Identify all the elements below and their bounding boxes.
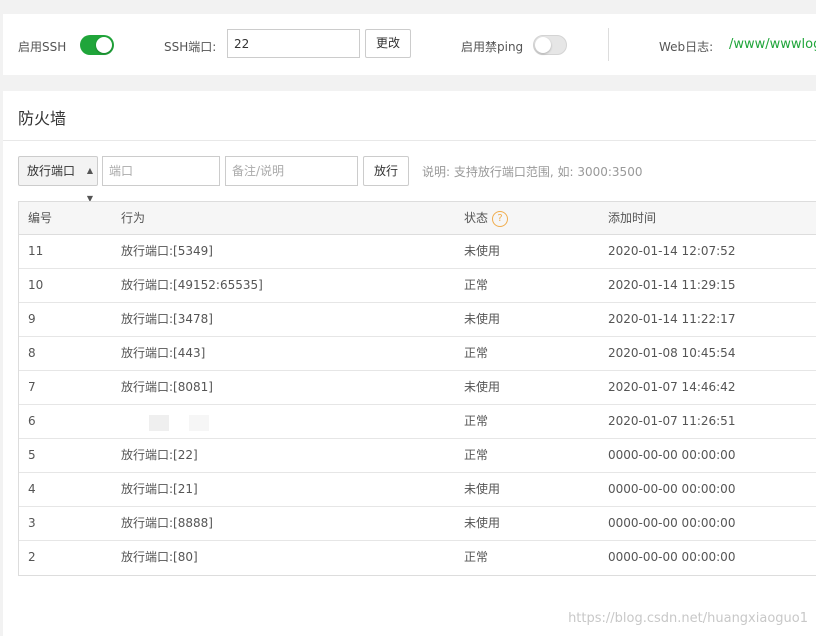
table-row: 4 放行端口:[21] 未使用 0000-00-00 00:00:00 bbox=[19, 473, 816, 507]
ssh-port-input[interactable] bbox=[227, 29, 360, 58]
row-time: 0000-00-00 00:00:00 bbox=[608, 516, 736, 530]
row-status: 未使用 bbox=[464, 244, 501, 258]
ssh-port-label: SSH端口: bbox=[164, 40, 217, 54]
header-id: 编号 bbox=[28, 211, 53, 225]
divider bbox=[608, 28, 609, 61]
header-status-label: 状态 bbox=[464, 211, 489, 225]
table-row: 3 放行端口:[8888] 未使用 0000-00-00 00:00:00 bbox=[19, 507, 816, 541]
row-id: 5 bbox=[28, 448, 36, 462]
web-log-path-link[interactable]: /www/wwwlog bbox=[729, 37, 816, 52]
table-row: 9 放行端口:[3478] 未使用 2020-01-14 11:22:17 bbox=[19, 303, 816, 337]
row-action: 放行端口:[443] bbox=[121, 346, 206, 360]
question-icon[interactable]: ? bbox=[492, 210, 509, 227]
row-id: 7 bbox=[28, 380, 36, 394]
row-status: 正常 bbox=[464, 550, 489, 564]
rule-type-select[interactable]: 放行端口 ▲ ▼ bbox=[18, 156, 98, 203]
row-time: 2020-01-08 10:45:54 bbox=[608, 346, 736, 360]
row-id: 9 bbox=[28, 312, 36, 326]
allow-port-button[interactable]: 放行 bbox=[363, 156, 409, 186]
row-time: 0000-00-00 00:00:00 bbox=[608, 482, 736, 496]
toggle-knob bbox=[96, 37, 112, 53]
row-status: 正常 bbox=[464, 278, 489, 292]
ssh-enable-label: 启用SSH bbox=[18, 40, 67, 54]
toggle-knob bbox=[535, 37, 551, 53]
port-input[interactable] bbox=[102, 156, 220, 186]
ssh-enable-toggle[interactable] bbox=[80, 35, 114, 55]
row-action: 放行端口:[5349] bbox=[121, 244, 213, 258]
table-row: 2 放行端口:[80] 正常 0000-00-00 00:00:00 bbox=[19, 541, 816, 575]
table-row: 11 放行端口:[5349] 未使用 2020-01-14 12:07:52 bbox=[19, 235, 816, 269]
watermark: https://blog.csdn.net/huangxiaoguo1 bbox=[568, 611, 808, 626]
table-row: 6 正常 2020-01-07 11:26:51 bbox=[19, 405, 816, 439]
redacted-block bbox=[189, 415, 209, 431]
row-time: 2020-01-14 11:29:15 bbox=[608, 278, 736, 292]
panel-title: 防火墙 bbox=[18, 109, 67, 128]
hint-text: 说明: 支持放行端口范围, 如: 3000:3500 bbox=[422, 165, 643, 179]
header-time: 添加时间 bbox=[608, 211, 657, 225]
row-id: 2 bbox=[28, 550, 36, 564]
row-action: 放行端口:[3478] bbox=[121, 312, 213, 326]
change-port-button[interactable]: 更改 bbox=[365, 29, 411, 58]
row-time: 0000-00-00 00:00:00 bbox=[608, 550, 736, 564]
redacted-block bbox=[149, 415, 169, 431]
row-action: 放行端口:[8081] bbox=[121, 380, 213, 394]
rule-type-value: 放行端口 bbox=[27, 164, 76, 178]
divider bbox=[3, 140, 816, 141]
table-row: 5 放行端口:[22] 正常 0000-00-00 00:00:00 bbox=[19, 439, 816, 473]
firewall-panel: 防火墙 放行端口 ▲▼ 放行 说明: 支持放行端口范围, 如: 3000:350… bbox=[3, 91, 816, 636]
row-status: 正常 bbox=[464, 414, 489, 428]
row-status: 正常 bbox=[464, 448, 489, 462]
row-time: 2020-01-14 12:07:52 bbox=[608, 244, 736, 258]
table-row: 8 放行端口:[443] 正常 2020-01-08 10:45:54 bbox=[19, 337, 816, 371]
ping-disable-label: 启用禁ping bbox=[461, 40, 524, 54]
row-action: 放行端口:[8888] bbox=[121, 516, 213, 530]
row-status: 未使用 bbox=[464, 516, 501, 530]
row-id: 4 bbox=[28, 482, 36, 496]
row-status: 未使用 bbox=[464, 380, 501, 394]
row-action: 放行端口:[21] bbox=[121, 482, 198, 496]
row-time: 0000-00-00 00:00:00 bbox=[608, 448, 736, 462]
table-row: 10 放行端口:[49152:65535] 正常 2020-01-14 11:2… bbox=[19, 269, 816, 303]
row-id: 11 bbox=[28, 244, 44, 258]
table-header: 编号 行为 状态? 添加时间 bbox=[19, 201, 816, 235]
row-id: 3 bbox=[28, 516, 36, 530]
header-action: 行为 bbox=[121, 211, 146, 225]
row-time: 2020-01-07 11:26:51 bbox=[608, 414, 736, 428]
remark-input[interactable] bbox=[225, 156, 358, 186]
header-status: 状态? bbox=[464, 202, 509, 235]
row-time: 2020-01-07 14:46:42 bbox=[608, 380, 736, 394]
ping-disable-toggle[interactable] bbox=[533, 35, 567, 55]
row-action: 放行端口:[49152:65535] bbox=[121, 278, 263, 292]
row-action: 放行端口:[80] bbox=[121, 550, 198, 564]
row-status: 正常 bbox=[464, 346, 489, 360]
row-time: 2020-01-14 11:22:17 bbox=[608, 312, 736, 326]
row-id: 8 bbox=[28, 346, 36, 360]
ssh-settings-bar: 启用SSH SSH端口: 更改 启用禁ping Web日志: /www/wwwl… bbox=[3, 14, 816, 75]
row-status: 未使用 bbox=[464, 482, 501, 496]
firewall-rules-table: 编号 行为 状态? 添加时间 11 放行端口:[5349] 未使用 2020-0… bbox=[18, 201, 816, 576]
web-log-label: Web日志: bbox=[659, 40, 714, 54]
row-id: 10 bbox=[28, 278, 44, 292]
row-action: 放行端口:[22] bbox=[121, 448, 198, 462]
row-status: 未使用 bbox=[464, 312, 501, 326]
row-id: 6 bbox=[28, 414, 36, 428]
table-row: 7 放行端口:[8081] 未使用 2020-01-07 14:46:42 bbox=[19, 371, 816, 405]
